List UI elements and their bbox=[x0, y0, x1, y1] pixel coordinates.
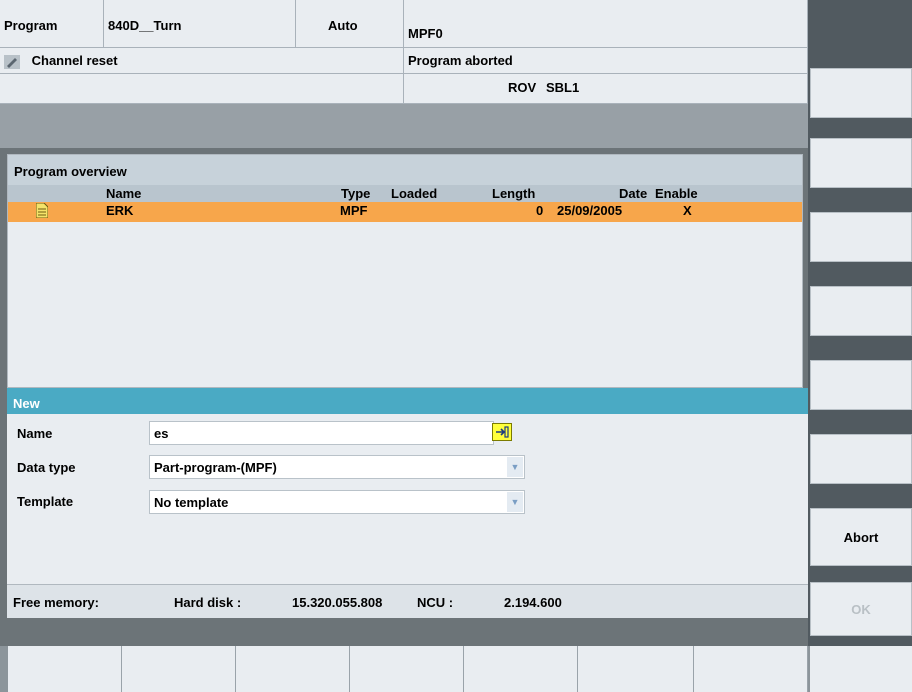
template-select[interactable]: No template ▼ bbox=[149, 490, 525, 514]
program-status-text: Program aborted bbox=[408, 53, 513, 68]
flags-line: ROV SBL1 bbox=[404, 74, 808, 104]
flag-rov: ROV bbox=[508, 80, 537, 95]
column-date[interactable]: Date bbox=[619, 186, 647, 201]
datatype-select[interactable]: Part-program-(MPF) ▼ bbox=[149, 455, 525, 479]
datatype-label: Data type bbox=[17, 460, 76, 475]
abort-button-label: Abort bbox=[843, 529, 879, 545]
template-label: Template bbox=[17, 494, 74, 509]
name-input[interactable]: es bbox=[149, 421, 494, 445]
mode-label: Auto bbox=[328, 18, 358, 33]
row-enable: X bbox=[683, 203, 692, 218]
hard-disk-value: 15.320.055.808 bbox=[292, 595, 383, 610]
overview-title-bar bbox=[8, 155, 802, 185]
program-status: Program aborted bbox=[404, 48, 808, 74]
chevron-down-icon[interactable]: ▼ bbox=[507, 492, 523, 512]
channel-status: Channel reset bbox=[0, 48, 404, 74]
datatype-select-value: Part-program-(MPF) bbox=[154, 459, 277, 475]
area-label: Program bbox=[4, 18, 58, 33]
header-separator bbox=[0, 104, 808, 148]
softkey-v2[interactable] bbox=[810, 138, 912, 188]
insert-icon[interactable] bbox=[492, 423, 512, 441]
softkey-v6[interactable] bbox=[810, 434, 912, 484]
memory-bar bbox=[7, 584, 808, 618]
chevron-down-icon[interactable]: ▼ bbox=[507, 457, 523, 477]
hard-disk-label: Hard disk : bbox=[174, 595, 242, 610]
new-dialog-title: New bbox=[13, 396, 40, 411]
column-name[interactable]: Name bbox=[106, 186, 141, 201]
machine-label: 840D__Turn bbox=[108, 18, 182, 33]
softkey-v3[interactable] bbox=[810, 212, 912, 262]
program-name: MPF0 bbox=[408, 26, 443, 41]
flag-sbl1: SBL1 bbox=[546, 80, 580, 95]
softkey-h5[interactable] bbox=[464, 646, 578, 692]
message-line bbox=[0, 74, 404, 104]
softkey-v5[interactable] bbox=[810, 360, 912, 410]
row-length: 0 bbox=[536, 203, 544, 218]
softkey-h4[interactable] bbox=[350, 646, 464, 692]
template-select-value: No template bbox=[154, 494, 229, 510]
softkey-h3[interactable] bbox=[236, 646, 350, 692]
column-loaded[interactable]: Loaded bbox=[391, 186, 437, 201]
softkey-v1[interactable] bbox=[810, 68, 912, 118]
softkey-h8[interactable] bbox=[810, 646, 912, 692]
softkey-h1[interactable] bbox=[8, 646, 122, 692]
column-type[interactable]: Type bbox=[341, 186, 370, 201]
new-dialog bbox=[7, 388, 808, 584]
ok-button-label: OK bbox=[851, 601, 871, 617]
channel-status-text: Channel reset bbox=[31, 53, 118, 68]
abort-button[interactable]: Abort bbox=[810, 508, 912, 566]
name-input-value: es bbox=[154, 425, 169, 441]
softkey-h7[interactable] bbox=[694, 646, 808, 692]
row-type: MPF bbox=[340, 203, 368, 218]
header-area: Program bbox=[0, 0, 104, 48]
name-label: Name bbox=[17, 426, 53, 441]
column-enable[interactable]: Enable bbox=[655, 186, 698, 201]
column-length[interactable]: Length bbox=[492, 186, 535, 201]
overview-title: Program overview bbox=[14, 164, 127, 179]
pen-icon bbox=[4, 54, 20, 69]
softkey-v4[interactable] bbox=[810, 286, 912, 336]
ncu-value: 2.194.600 bbox=[504, 595, 562, 610]
header-machine: 840D__Turn bbox=[104, 0, 296, 48]
ok-button[interactable]: OK bbox=[810, 582, 912, 636]
ncu-label: NCU : bbox=[417, 595, 454, 610]
row-date: 25/09/2005 bbox=[557, 203, 623, 218]
document-icon bbox=[35, 202, 49, 219]
header-program: MPF0 bbox=[404, 0, 808, 48]
row-name: ERK bbox=[106, 203, 134, 218]
memory-label: Free memory: bbox=[13, 595, 99, 610]
new-dialog-title-bar bbox=[7, 388, 808, 414]
header-mode: Auto bbox=[296, 0, 404, 48]
softkey-h6[interactable] bbox=[578, 646, 694, 692]
header-bar: Program 840D__Turn Auto MPF0 Channel res… bbox=[0, 0, 808, 104]
softkey-h2[interactable] bbox=[122, 646, 236, 692]
